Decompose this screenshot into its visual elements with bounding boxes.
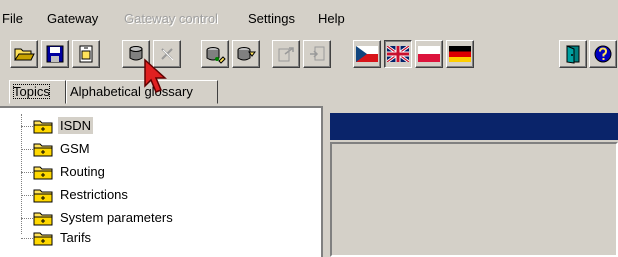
save-icon bbox=[45, 44, 65, 64]
flag-germany-icon bbox=[449, 46, 471, 62]
language-czech-button[interactable] bbox=[353, 40, 381, 68]
tree-item-restrictions[interactable]: Restrictions bbox=[21, 185, 221, 205]
tree-item-isdn[interactable]: ISDN bbox=[21, 116, 221, 136]
language-polish-button[interactable] bbox=[415, 40, 443, 68]
menu-gateway-control[interactable]: Gateway control bbox=[124, 11, 218, 27]
tab-topics[interactable]: Topics bbox=[9, 80, 66, 104]
language-german-button[interactable] bbox=[446, 40, 474, 68]
folder-icon bbox=[33, 210, 55, 226]
plugin-icon bbox=[307, 44, 327, 64]
tree-item-gsm[interactable]: GSM bbox=[21, 139, 221, 159]
download-icon bbox=[235, 44, 257, 64]
flag-poland-icon bbox=[418, 46, 440, 62]
help-button[interactable] bbox=[589, 40, 617, 68]
exit-button[interactable] bbox=[559, 40, 587, 68]
content-area bbox=[330, 142, 618, 257]
menu-help[interactable]: Help bbox=[318, 11, 345, 27]
tree-branch bbox=[21, 172, 33, 173]
tree-item-routing[interactable]: Routing bbox=[21, 162, 221, 182]
tree-branch bbox=[21, 126, 33, 127]
tree-branch bbox=[21, 149, 33, 150]
import-icon bbox=[76, 44, 96, 64]
folder-icon bbox=[33, 230, 55, 246]
menu-bar: File Gateway Gateway control Settings He… bbox=[0, 0, 618, 36]
export-icon bbox=[276, 44, 296, 64]
upload-button[interactable] bbox=[201, 40, 229, 68]
upload-icon bbox=[204, 44, 226, 64]
tree-item-label: System parameters bbox=[60, 210, 173, 225]
tab-topics-label: Topics bbox=[13, 84, 50, 99]
save-button[interactable] bbox=[41, 40, 69, 68]
topics-tree: ISDN GSM Routing Restrictions System par… bbox=[0, 106, 323, 257]
tree-item-label: Routing bbox=[60, 164, 105, 179]
tree-item-tarifs[interactable]: Tarifs bbox=[21, 228, 221, 248]
content-panel bbox=[330, 110, 618, 257]
exit-icon bbox=[563, 44, 583, 64]
menu-file[interactable]: File bbox=[2, 11, 23, 27]
tree-item-label: Tarifs bbox=[60, 230, 92, 245]
folder-icon bbox=[33, 118, 55, 134]
tree-item-label: GSM bbox=[60, 141, 90, 156]
open-button[interactable] bbox=[10, 40, 38, 68]
help-icon bbox=[593, 44, 613, 64]
tab-alphabetical-glossary[interactable]: Alphabetical glossary bbox=[66, 80, 218, 104]
download-button[interactable] bbox=[232, 40, 260, 68]
flag-uk-icon bbox=[387, 46, 409, 62]
tree-branch bbox=[21, 238, 33, 239]
tree-item-label: Restrictions bbox=[60, 187, 128, 202]
folder-icon bbox=[33, 164, 55, 180]
open-icon bbox=[13, 45, 35, 63]
menu-gateway[interactable]: Gateway bbox=[47, 11, 98, 27]
folder-icon bbox=[33, 141, 55, 157]
tree-branch bbox=[21, 218, 33, 219]
menu-settings[interactable]: Settings bbox=[248, 11, 295, 27]
language-english-button[interactable] bbox=[384, 40, 412, 68]
content-title-bar bbox=[330, 113, 618, 140]
flag-czech-icon bbox=[356, 46, 378, 62]
tree-item-label: ISDN bbox=[58, 117, 94, 134]
tree-branch bbox=[21, 195, 33, 196]
mouse-cursor-icon bbox=[143, 58, 169, 99]
tree-item-system-parameters[interactable]: System parameters bbox=[21, 208, 221, 228]
plugin-button[interactable] bbox=[303, 40, 331, 68]
tab-alphabetical-glossary-label: Alphabetical glossary bbox=[70, 84, 193, 99]
folder-icon bbox=[33, 187, 55, 203]
export-button[interactable] bbox=[272, 40, 300, 68]
import-button[interactable] bbox=[72, 40, 100, 68]
